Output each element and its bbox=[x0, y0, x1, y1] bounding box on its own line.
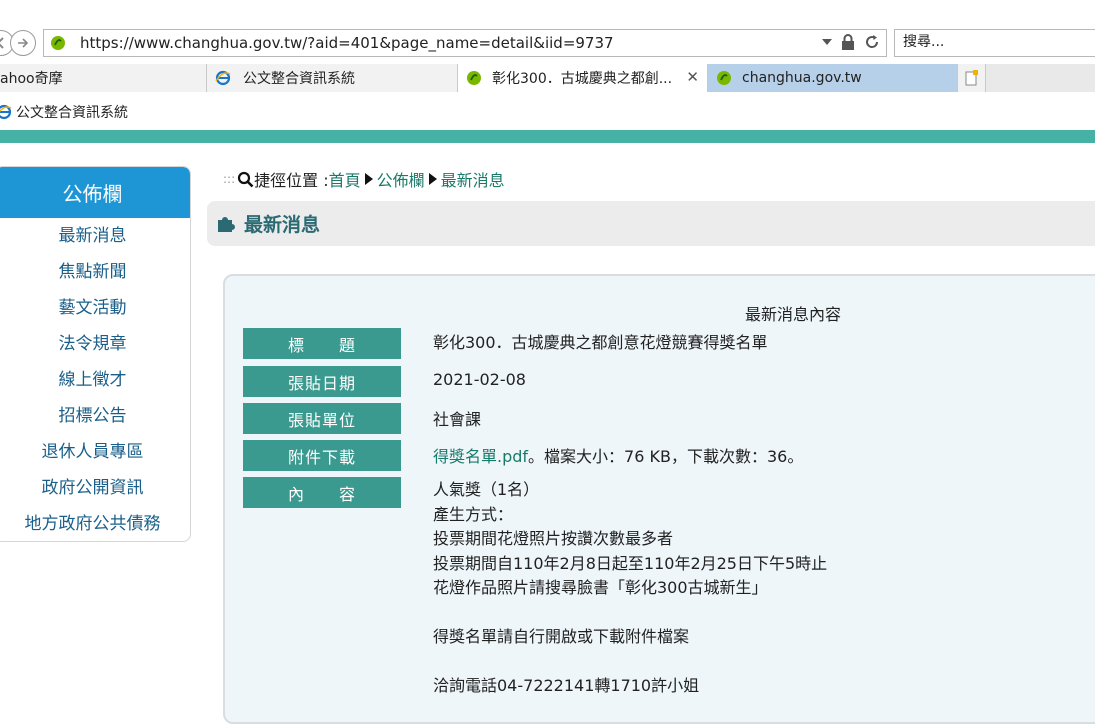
content-line: 花燈作品照片請搜尋臉書「彰化300古城新生」 bbox=[433, 578, 768, 597]
sidebar-item-latest-news[interactable]: 最新消息 bbox=[0, 218, 190, 254]
content-line: 產生方式： bbox=[433, 504, 514, 524]
puzzle-icon bbox=[216, 211, 238, 237]
address-bar[interactable]: https://www.changhua.gov.tw/?aid=401&pag… bbox=[43, 29, 887, 57]
browser-search-input[interactable] bbox=[895, 30, 1095, 54]
sidebar: 公佈欄 最新消息 焦點新聞 藝文活動 法令規章 線上徵才 招標公告 退休人員專區… bbox=[0, 166, 191, 542]
tab-label: changhua.gov.tw bbox=[742, 70, 862, 86]
ie-icon bbox=[0, 104, 12, 120]
breadcrumb-prefix: 捷徑位置 : bbox=[254, 171, 329, 190]
content-line: 人氣獎（1名） bbox=[433, 480, 540, 499]
sidebar-item-regulations[interactable]: 法令規章 bbox=[0, 326, 190, 362]
arrow-right-icon bbox=[18, 38, 29, 48]
news-detail-panel: 最新消息內容 標 題 彰化300．古城慶典之都創意花燈競賽得獎名單 張貼日期 2… bbox=[223, 274, 1095, 724]
sidebar-item-focus-news[interactable]: 焦點新聞 bbox=[0, 254, 190, 290]
site-favicon-icon bbox=[50, 35, 66, 55]
content-line: 投票期間花燈照片按讚次數最多者 bbox=[433, 529, 674, 548]
tab-label: ahoo奇摩 bbox=[0, 71, 63, 87]
tab-strip: ahoo奇摩 公文整合資訊系統 彰化300．古城慶典之都創... ✕ chang… bbox=[0, 64, 1095, 92]
content-line bbox=[433, 650, 827, 675]
attachment-value: 得獎名單.pdf。檔案大小：76 KB，下載次數：36。 bbox=[433, 443, 803, 467]
new-tab-button[interactable] bbox=[958, 64, 986, 92]
section-title: 最新消息 bbox=[244, 214, 321, 236]
site-favicon-icon bbox=[717, 71, 731, 85]
attachment-link[interactable]: 得獎名單.pdf bbox=[433, 447, 528, 466]
section-header: 最新消息 bbox=[207, 201, 1095, 246]
dropdown-icon[interactable] bbox=[822, 38, 832, 46]
breadcrumb-bulletin[interactable]: 公佈欄 bbox=[377, 167, 425, 191]
content-line: 洽詢電話04-7222141轉1710許小姐 bbox=[433, 676, 700, 695]
content-label: 內 容 bbox=[243, 477, 401, 508]
sidebar-item-open-government[interactable]: 政府公開資訊 bbox=[0, 470, 190, 506]
arrow-left-icon bbox=[0, 37, 4, 49]
tab-document-system[interactable]: 公文整合資訊系統 bbox=[207, 64, 458, 92]
tab-yahoo[interactable]: ahoo奇摩 bbox=[0, 64, 207, 92]
ie-icon bbox=[215, 70, 231, 86]
attachment-label: 附件下載 bbox=[243, 440, 401, 471]
favorites-bar: 公文整合資訊系統 bbox=[0, 92, 1095, 130]
tab-active-news[interactable]: 彰化300．古城慶典之都創... ✕ bbox=[458, 64, 708, 92]
triangle-right-icon bbox=[364, 173, 373, 185]
breadcrumb: ::: 捷徑位置 : 首頁 公佈欄 最新消息 bbox=[223, 167, 505, 191]
sidebar-item-recruitment[interactable]: 線上徵才 bbox=[0, 362, 190, 398]
sidebar-title: 公佈欄 bbox=[0, 167, 190, 218]
tab-label: 公文整合資訊系統 bbox=[243, 71, 355, 87]
lock-icon[interactable] bbox=[841, 34, 855, 50]
unit-label: 張貼單位 bbox=[243, 403, 401, 434]
sidebar-item-arts-events[interactable]: 藝文活動 bbox=[0, 290, 190, 326]
date-label: 張貼日期 bbox=[243, 366, 401, 397]
triangle-right-icon bbox=[428, 173, 437, 185]
content-line: 投票期間自110年2月8日起至110年2月25日下午5時止 bbox=[433, 553, 828, 573]
browser-search-box[interactable] bbox=[894, 29, 1095, 57]
tab-changhua[interactable]: changhua.gov.tw bbox=[708, 64, 958, 92]
site-favicon-icon bbox=[467, 71, 481, 85]
breadcrumb-latest-news[interactable]: 最新消息 bbox=[441, 167, 505, 191]
favorite-label: 公文整合資訊系統 bbox=[16, 105, 128, 121]
tab-label: 彰化300．古城慶典之都創... bbox=[492, 71, 673, 87]
sidebar-item-public-debt[interactable]: 地方政府公共債務 bbox=[0, 506, 190, 541]
sidebar-item-retirees[interactable]: 退休人員專區 bbox=[0, 434, 190, 470]
content-line bbox=[433, 601, 827, 626]
browser-chrome: https://www.changhua.gov.tw/?aid=401&pag… bbox=[0, 0, 1095, 130]
forward-button[interactable] bbox=[10, 30, 36, 56]
unit-value: 社會課 bbox=[433, 410, 482, 429]
content-line: 得獎名單請自行開啟或下載附件檔案 bbox=[433, 627, 690, 646]
sidebar-item-tenders[interactable]: 招標公告 bbox=[0, 398, 190, 434]
detail-heading: 最新消息內容 bbox=[745, 305, 842, 324]
refresh-icon[interactable] bbox=[864, 34, 880, 50]
attachment-info: 。檔案大小：76 KB，下載次數：36。 bbox=[528, 447, 804, 466]
date-value: 2021-02-08 bbox=[433, 370, 526, 389]
title-value: 彰化300．古城慶典之都創意花燈競賽得獎名單 bbox=[433, 333, 768, 352]
new-tab-icon bbox=[965, 70, 978, 86]
breadcrumb-home[interactable]: 首頁 bbox=[329, 167, 361, 191]
sidebar-menu: 最新消息 焦點新聞 藝文活動 法令規章 線上徵才 招標公告 退休人員專區 政府公… bbox=[0, 218, 190, 541]
close-tab-icon[interactable]: ✕ bbox=[686, 68, 699, 86]
url-text[interactable]: https://www.changhua.gov.tw/?aid=401&pag… bbox=[80, 34, 614, 52]
content-body: 人氣獎（1名） 產生方式： 投票期間花燈照片按讚次數最多者 投票期間自110年2… bbox=[433, 478, 827, 699]
title-label: 標 題 bbox=[243, 328, 401, 359]
breadcrumb-dots: ::: bbox=[223, 172, 236, 186]
search-icon bbox=[238, 171, 254, 187]
favorite-document-system[interactable]: 公文整合資訊系統 bbox=[0, 102, 128, 122]
site-header-bar bbox=[0, 130, 1095, 143]
